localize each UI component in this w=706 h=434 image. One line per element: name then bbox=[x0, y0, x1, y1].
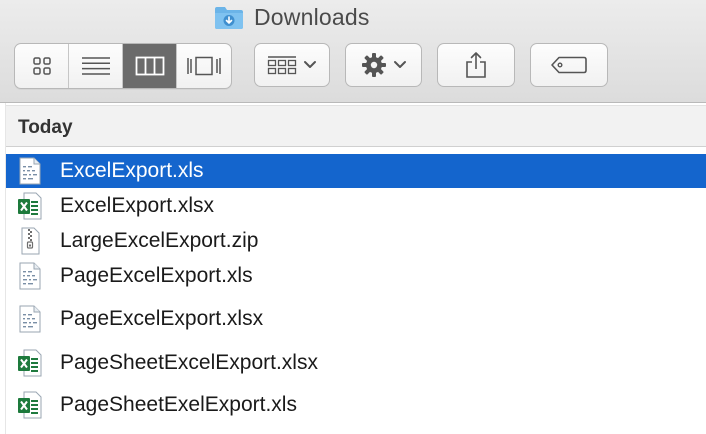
tag-button[interactable] bbox=[530, 43, 608, 87]
zip-icon bbox=[21, 227, 40, 255]
toolbar: Downloads bbox=[0, 0, 706, 103]
share-icon bbox=[466, 52, 486, 78]
chevron-down-icon bbox=[304, 61, 316, 68]
view-mode-segmented-control bbox=[14, 43, 232, 89]
spreadsheet-doc-icon bbox=[19, 262, 41, 290]
file-row[interactable]: PageExcelExport.xls bbox=[6, 259, 706, 293]
column-view-button[interactable] bbox=[123, 44, 177, 88]
file-row[interactable]: PageSheetExcelExport.xlsx bbox=[6, 346, 706, 380]
window-title-text: Downloads bbox=[254, 3, 370, 30]
file-list: Today ExcelExport.xls ExcelExport.xlsx L… bbox=[0, 103, 706, 434]
finder-window: Downloads Today ExcelExport.xls ExcelExp… bbox=[0, 0, 706, 434]
file-name: PageSheetExelExport.xls bbox=[60, 393, 297, 416]
excel-icon bbox=[18, 349, 42, 377]
file-name: PageExcelExport.xls bbox=[60, 264, 253, 287]
arrange-grid-icon bbox=[267, 56, 297, 75]
icon-view-button[interactable] bbox=[15, 44, 69, 88]
file-name: LargeExcelExport.zip bbox=[60, 229, 259, 252]
excel-icon bbox=[18, 192, 42, 220]
cover-flow-icon bbox=[187, 56, 221, 76]
excel-icon bbox=[18, 391, 42, 419]
file-name: ExcelExport.xlsx bbox=[60, 194, 215, 217]
list-view-icon bbox=[81, 57, 110, 75]
cover-flow-view-button[interactable] bbox=[177, 44, 231, 88]
share-button[interactable] bbox=[437, 43, 515, 87]
section-header-label: Today bbox=[18, 117, 73, 138]
tag-icon bbox=[551, 56, 587, 74]
file-row[interactable]: ExcelExport.xlsx bbox=[6, 189, 706, 223]
file-row[interactable]: LargeExcelExport.zip bbox=[6, 224, 706, 258]
file-name: ExcelExport.xls bbox=[60, 159, 204, 182]
file-row[interactable]: PageSheetExelExport.xls bbox=[6, 388, 706, 422]
spreadsheet-doc-icon bbox=[19, 305, 41, 333]
file-row[interactable]: ExcelExport.xls bbox=[6, 154, 706, 188]
downloads-folder-icon bbox=[215, 7, 243, 29]
icon-view-icon bbox=[32, 57, 51, 75]
arrange-button[interactable] bbox=[254, 43, 330, 87]
chevron-down-icon bbox=[393, 61, 406, 68]
action-button[interactable] bbox=[345, 43, 422, 87]
spreadsheet-doc-icon bbox=[19, 157, 41, 185]
window-title: Downloads bbox=[214, 2, 370, 32]
column-view-icon bbox=[135, 56, 164, 76]
section-header-today: Today bbox=[6, 105, 706, 147]
list-view-button[interactable] bbox=[69, 44, 123, 88]
gear-icon bbox=[361, 53, 386, 77]
file-name: PageExcelExport.xlsx bbox=[60, 307, 264, 330]
file-name: PageSheetExcelExport.xlsx bbox=[60, 351, 318, 374]
file-row[interactable]: PageExcelExport.xlsx bbox=[6, 302, 706, 336]
